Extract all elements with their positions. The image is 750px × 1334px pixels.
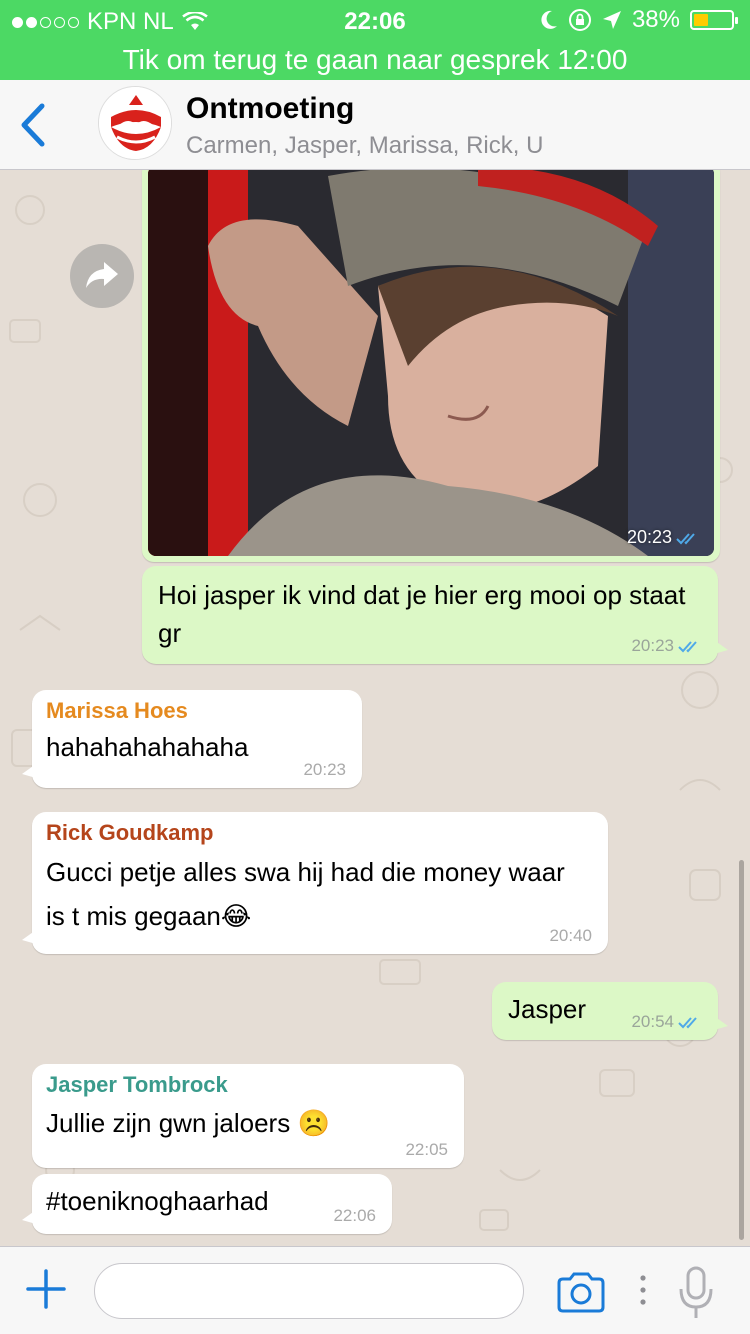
image-message-time: 20:23 (626, 527, 672, 547)
moon-icon (541, 10, 557, 29)
image-message[interactable]: 20:23 (142, 170, 720, 562)
chat-area[interactable]: 20:23 Hoi jasper ik vind dat je hier erg… (0, 170, 750, 1246)
incoming-message[interactable]: Marissa Hoes hahahahahahaha 20:23 (22, 690, 362, 788)
more-options-icon[interactable] (636, 1273, 650, 1307)
microphone-icon[interactable] (676, 1265, 716, 1321)
forward-arrow-icon (86, 262, 118, 288)
message-sender: Rick Goudkamp (46, 820, 214, 845)
group-avatar[interactable] (98, 86, 172, 160)
group-members[interactable]: Carmen, Jasper, Marissa, Rick, U (186, 132, 543, 160)
message-time: 20:40 (549, 926, 592, 945)
image-message-meta: 20:23 (627, 527, 700, 548)
message-meta: 20:40 (549, 926, 592, 946)
message-meta: 20:23 (631, 636, 702, 656)
battery-icon (690, 10, 738, 30)
message-input[interactable] (94, 1263, 524, 1319)
camera-icon[interactable] (556, 1271, 606, 1313)
status-bar: KPN NL 22:06 38% (0, 0, 750, 40)
battery-fill (694, 14, 708, 26)
return-to-call-banner[interactable]: Tik om terug te gaan naar gesprek 12:00 (0, 40, 750, 80)
chat-header: Ontmoeting Carmen, Jasper, Marissa, Rick… (0, 80, 750, 170)
message-meta: 20:54 (631, 1012, 702, 1032)
message-time: 22:06 (333, 1206, 376, 1225)
attach-plus-icon[interactable] (26, 1269, 66, 1309)
message-text: #toeniknoghaarhad (46, 1186, 269, 1216)
message-text: Hoi jasper ik vind dat je hier erg mooi … (158, 580, 686, 648)
message-time: 20:23 (631, 636, 674, 655)
battery-percent: 38% (631, 6, 680, 33)
incoming-message[interactable]: Rick Goudkamp Gucci petje alles swa hij … (22, 812, 608, 954)
outgoing-message[interactable]: Hoi jasper ik vind dat je hier erg mooi … (142, 566, 728, 664)
incoming-message[interactable]: #toeniknoghaarhad 22:06 (22, 1174, 392, 1234)
incoming-message[interactable]: Jasper Tombrock Jullie zijn gwn jaloers … (32, 1064, 464, 1168)
message-sender: Marissa Hoes (46, 698, 188, 723)
back-chevron-icon[interactable] (14, 100, 54, 150)
read-ticks-icon (676, 532, 695, 544)
forward-button[interactable] (70, 244, 134, 308)
location-arrow-icon (602, 11, 621, 29)
outgoing-message[interactable]: Jasper 20:54 (492, 982, 728, 1040)
rotation-lock-icon (568, 9, 591, 31)
message-time: 20:54 (631, 1012, 674, 1031)
group-title[interactable]: Ontmoeting (186, 92, 354, 126)
shared-photo[interactable] (148, 170, 714, 556)
message-time: 22:05 (405, 1140, 448, 1159)
message-input-bar (0, 1246, 750, 1334)
message-time: 20:23 (303, 760, 346, 779)
message-text: Jullie zijn gwn jaloers ☹️ (46, 1108, 330, 1138)
message-meta: 22:05 (405, 1140, 448, 1160)
message-sender: Jasper Tombrock (46, 1072, 228, 1097)
status-icons: 38% (540, 6, 738, 34)
scrollbar[interactable] (739, 860, 744, 1240)
message-meta: 20:23 (303, 760, 346, 780)
group-logo-icon (99, 87, 171, 159)
message-meta: 22:06 (333, 1206, 376, 1226)
message-text: Gucci petje alles swa hij had die money … (46, 857, 565, 931)
read-ticks-icon (678, 1017, 697, 1029)
read-ticks-icon (678, 641, 697, 653)
